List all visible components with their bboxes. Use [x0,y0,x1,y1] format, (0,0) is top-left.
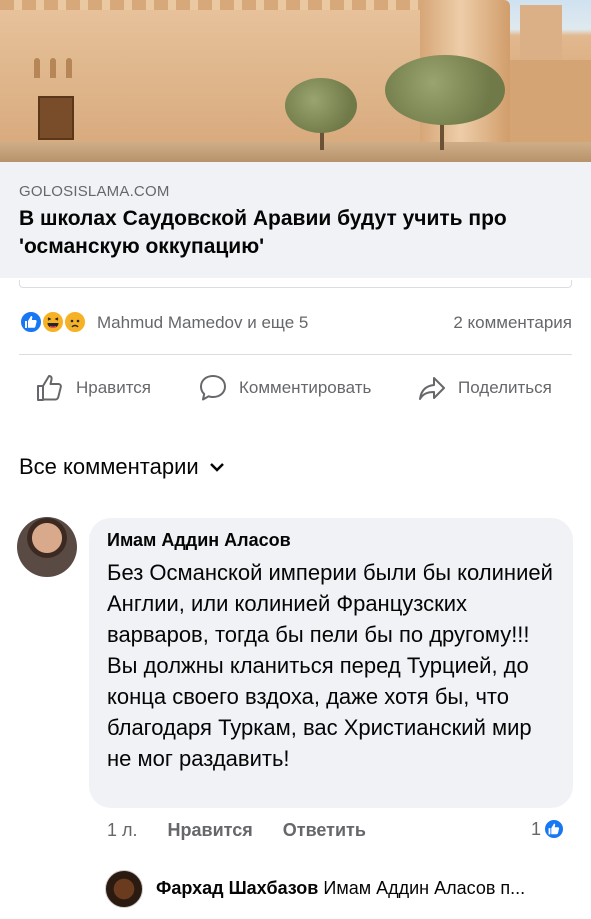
comment-like-button[interactable]: Нравится [168,820,253,841]
link-card-border [19,280,572,288]
comments-count[interactable]: 2 комментария [453,313,572,333]
reactions-summary[interactable]: Mahmud Mamedov и еще 5 2 комментария [19,308,572,336]
share-label: Поделиться [458,378,552,397]
sad-icon [63,310,87,334]
wall-slit [50,58,56,78]
avatar[interactable] [17,517,77,577]
comment-like-count: 1 [531,818,542,839]
comment-label: Комментировать [239,378,372,397]
comment-time[interactable]: 1 л. [107,820,138,841]
like-button[interactable]: Нравится [34,368,151,408]
reactors-text[interactable]: Mahmud Mamedov и еще 5 [97,313,308,333]
share-icon [419,377,445,400]
comment-author[interactable]: Имам Аддин Аласов [107,530,291,551]
reply-preview[interactable]: Фархад Шахбазов Имам Аддин Аласов п... [156,878,525,899]
like-label: Нравится [76,378,152,397]
comments-filter-dropdown[interactable]: Все комментарии [19,454,225,480]
tree [385,55,505,125]
haha-icon [41,310,65,334]
comment-meta: 1 л. Нравится Ответить [107,820,366,841]
like-icon [543,818,566,840]
reaction-icons [19,310,95,334]
thumbs-up-icon [37,375,62,401]
comment-text: Без Османской империи были бы колинией А… [107,560,553,771]
link-preview-image[interactable] [0,0,591,162]
ground [0,142,591,162]
wall-slit [34,58,40,78]
link-domain: GOLOSISLAMA.COM [19,183,170,200]
comment-button[interactable]: Комментировать [197,368,371,408]
share-button[interactable]: Поделиться [416,368,552,408]
comment-reactions[interactable]: 1 [531,818,566,840]
wall-slit [66,58,72,78]
link-title[interactable]: В школах Саудовской Аравии будут учить п… [19,205,574,261]
fortress-parapet [0,0,430,10]
fortress-building [510,60,591,150]
divider [19,354,572,355]
comment-reply-button[interactable]: Ответить [283,820,366,841]
reply-author: Фархад Шахбазов [156,878,319,898]
comments-filter-label: Все комментарии [19,454,199,479]
reply-text: Имам Аддин Аласов п... [323,878,526,898]
tree [285,78,357,133]
like-icon [19,310,43,334]
reply-avatar[interactable] [105,870,143,908]
fortress-door [38,96,74,140]
comment-icon [200,375,226,401]
post-actions: Нравится Комментировать Поделиться [0,368,591,408]
chevron-down-icon [209,463,224,472]
